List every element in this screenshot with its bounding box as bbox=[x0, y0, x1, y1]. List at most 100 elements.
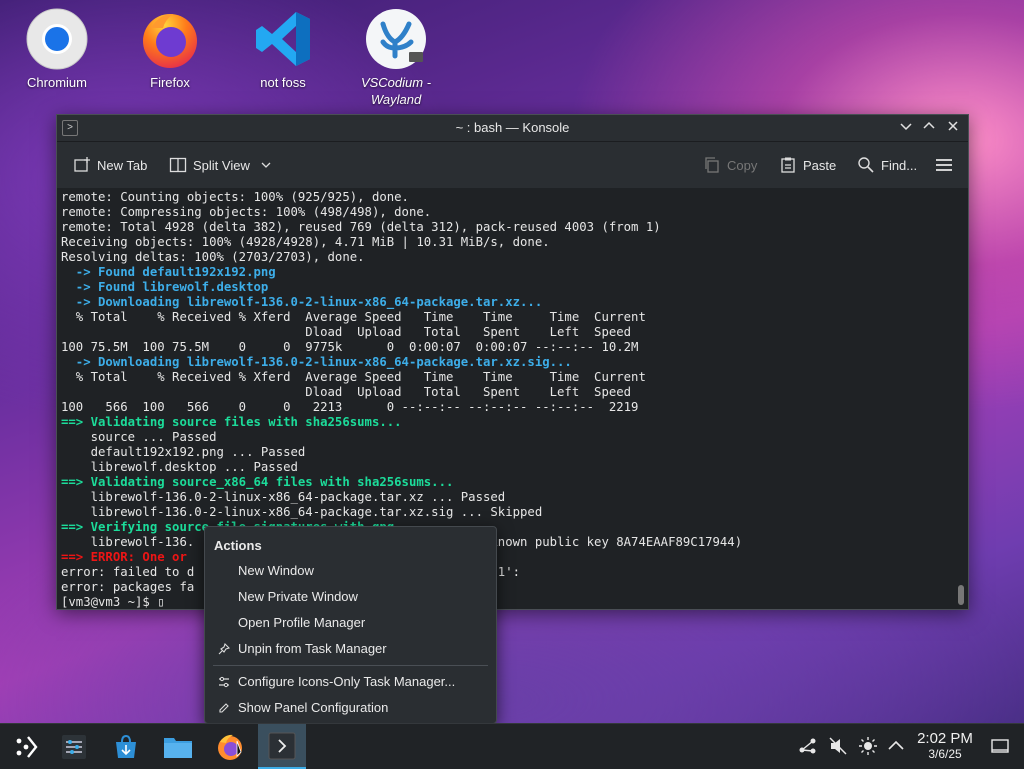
maximize-icon[interactable] bbox=[919, 118, 939, 138]
vscode-icon bbox=[252, 8, 314, 70]
chromium-icon bbox=[26, 8, 88, 70]
network-icon[interactable] bbox=[798, 736, 818, 760]
system-settings-icon[interactable] bbox=[52, 724, 96, 769]
terminal-line: librewolf-136.0-2-linux-x86_64-package.t… bbox=[61, 490, 506, 504]
close-icon[interactable] bbox=[943, 118, 963, 138]
terminal-line: -> Downloading librewolf-136.0-2-linux-x… bbox=[61, 355, 572, 369]
menu-item-label: New Window bbox=[238, 563, 314, 578]
taskbar: 2:02 PM 3/6/25 bbox=[0, 723, 1024, 769]
terminal-line: remote: Compressing objects: 100% (498/4… bbox=[61, 205, 432, 219]
split-view-label: Split View bbox=[193, 157, 250, 173]
menu-item-label: Open Profile Manager bbox=[238, 615, 366, 630]
paste-button[interactable]: Paste bbox=[779, 155, 836, 175]
configure-icon bbox=[218, 669, 232, 697]
copy-button[interactable]: Copy bbox=[703, 155, 757, 175]
paste-icon bbox=[781, 157, 795, 173]
menu-item-new-private-window[interactable]: New Private Window bbox=[206, 584, 495, 610]
brightness-icon[interactable] bbox=[858, 736, 878, 760]
menu-header: Actions bbox=[214, 538, 262, 553]
digital-clock[interactable]: 2:02 PM 3/6/25 bbox=[912, 730, 978, 761]
terminal-line: ==> Validating source files with sha256s… bbox=[61, 415, 402, 429]
find-button[interactable]: Find... bbox=[857, 155, 917, 175]
menu-item-configure-task-manager[interactable]: Configure Icons-Only Task Manager... bbox=[206, 669, 495, 695]
terminal-line: -> Downloading librewolf-136.0-2-linux-x… bbox=[61, 295, 543, 309]
terminal-line: 100 75.5M 100 75.5M 0 0 9775k 0 0:00:07 … bbox=[61, 340, 639, 354]
copy-icon bbox=[705, 157, 719, 173]
terminal-line: Dload Upload Total Spent Left Speed bbox=[61, 325, 632, 339]
copy-label: Copy bbox=[727, 157, 758, 173]
split-view-button[interactable]: Split View bbox=[169, 155, 272, 175]
terminal-line: % Total % Received % Xferd Average Speed… bbox=[61, 370, 646, 384]
terminal-line: remote: Counting objects: 100% (925/925)… bbox=[61, 190, 409, 204]
terminal-line: 100 566 100 566 0 0 2213 0 --:--:-- --:-… bbox=[61, 400, 639, 414]
menu-item-label: Configure Icons-Only Task Manager... bbox=[238, 674, 456, 689]
application-launcher-icon[interactable] bbox=[4, 724, 48, 769]
terminal-line: error: packages fa .0_2-1 bbox=[61, 580, 461, 594]
new-tab-button[interactable]: New Tab bbox=[73, 155, 147, 175]
terminal-line: source ... Passed bbox=[61, 430, 217, 444]
desktop-icon-label: Firefox bbox=[150, 75, 190, 90]
terminal-line: Receiving objects: 100% (4928/4928), 4.7… bbox=[61, 235, 550, 249]
edit-icon bbox=[218, 695, 232, 723]
window-title: ~ : bash — Konsole bbox=[455, 120, 570, 135]
desktop-icon-label: Chromium bbox=[27, 75, 87, 90]
volume-muted-icon[interactable] bbox=[828, 736, 848, 760]
new-tab-label: New Tab bbox=[97, 157, 148, 173]
terminal-line: % Total % Received % Xferd Average Speed… bbox=[61, 310, 646, 324]
clock-date: 3/6/25 bbox=[928, 747, 962, 761]
terminal-line: default192x192.png ... Passed bbox=[61, 445, 306, 459]
menu-item-open-profile-manager[interactable]: Open Profile Manager bbox=[206, 610, 495, 636]
toolbar: New Tab Split View Copy Paste Find... bbox=[57, 142, 968, 189]
terminal-line: Resolving deltas: 100% (2703/2703), done… bbox=[61, 250, 365, 264]
menu-separator bbox=[213, 665, 488, 666]
terminal-scrollbar[interactable] bbox=[954, 188, 968, 609]
scrollbar-thumb[interactable] bbox=[958, 585, 964, 605]
pin-icon bbox=[218, 636, 232, 664]
terminal-line: librewolf-136.0-2-linux-x86_64-package.t… bbox=[61, 505, 543, 519]
clock-time: 2:02 PM bbox=[917, 730, 973, 747]
terminal-line: -> Found default192x192.png bbox=[61, 265, 276, 279]
desktop-icon-label: VSCodium - Wayland bbox=[351, 74, 441, 108]
chevron-down-icon[interactable] bbox=[260, 159, 272, 171]
show-hidden-icons-chevron-up-icon[interactable] bbox=[886, 736, 906, 760]
desktop-icon-not-foss[interactable]: not foss bbox=[238, 8, 328, 91]
konsole-taskbar-icon[interactable] bbox=[258, 724, 306, 769]
terminal-line: ==> Verifying source file signatures wit… bbox=[61, 520, 416, 534]
firefox-icon bbox=[139, 8, 201, 70]
terminal-line: [vm3@vm3 ~]$ ▯ bbox=[61, 595, 165, 609]
terminal-line: -> Found librewolf.desktop bbox=[61, 280, 269, 294]
terminal-line: ==> ERROR: One or ified! bbox=[61, 550, 461, 564]
minimize-icon[interactable] bbox=[896, 118, 916, 138]
label-line2: Wayland bbox=[370, 92, 422, 107]
hamburger-menu-icon[interactable] bbox=[935, 155, 953, 175]
menu-item-label: Show Panel Configuration bbox=[238, 700, 389, 715]
desktop-icon-label: not foss bbox=[260, 75, 306, 90]
desktop-icon-vscodium[interactable]: VSCodium - Wayland bbox=[351, 8, 441, 108]
terminal-line: librewolf.desktop ... Passed bbox=[61, 460, 298, 474]
desktop-icon-firefox[interactable]: Firefox bbox=[125, 8, 215, 91]
desktop-icon-chromium[interactable]: Chromium bbox=[12, 8, 102, 91]
menu-item-show-panel-configuration[interactable]: Show Panel Configuration bbox=[206, 695, 495, 721]
terminal-output[interactable]: remote: Counting objects: 100% (925/925)… bbox=[57, 188, 954, 609]
paste-label: Paste bbox=[803, 157, 837, 173]
menu-item-new-window[interactable]: New Window bbox=[206, 558, 495, 584]
search-icon bbox=[858, 157, 874, 173]
vscodium-icon bbox=[365, 8, 427, 70]
new-tab-icon bbox=[74, 157, 90, 172]
terminal-line: ==> Validating source_x86_64 files with … bbox=[61, 475, 454, 489]
konsole-window: > ~ : bash — Konsole New Tab Split View … bbox=[56, 114, 969, 610]
discover-store-icon[interactable] bbox=[104, 724, 148, 769]
menu-item-unpin[interactable]: Unpin from Task Manager bbox=[206, 636, 495, 662]
terminal-line: Dload Upload Total Spent Left Speed bbox=[61, 385, 632, 399]
menu-item-label: Unpin from Task Manager bbox=[238, 641, 387, 656]
file-manager-icon[interactable] bbox=[156, 724, 200, 769]
menu-item-label: New Private Window bbox=[238, 589, 358, 604]
librewolf-taskbar-icon[interactable] bbox=[208, 724, 252, 769]
split-view-icon bbox=[169, 157, 187, 173]
terminal-line: remote: Total 4928 (delta 382), reused 7… bbox=[61, 220, 661, 234]
title-bar[interactable]: > ~ : bash — Konsole bbox=[57, 115, 968, 142]
terminal-line: librewolf-136. FAILED (unknown public ke… bbox=[90, 535, 743, 549]
label-line1: VSCodium - bbox=[360, 75, 432, 90]
show-desktop-icon[interactable] bbox=[990, 736, 1010, 760]
terminal-line: error: failed to d :136.0.0_2-1': bbox=[61, 565, 520, 579]
